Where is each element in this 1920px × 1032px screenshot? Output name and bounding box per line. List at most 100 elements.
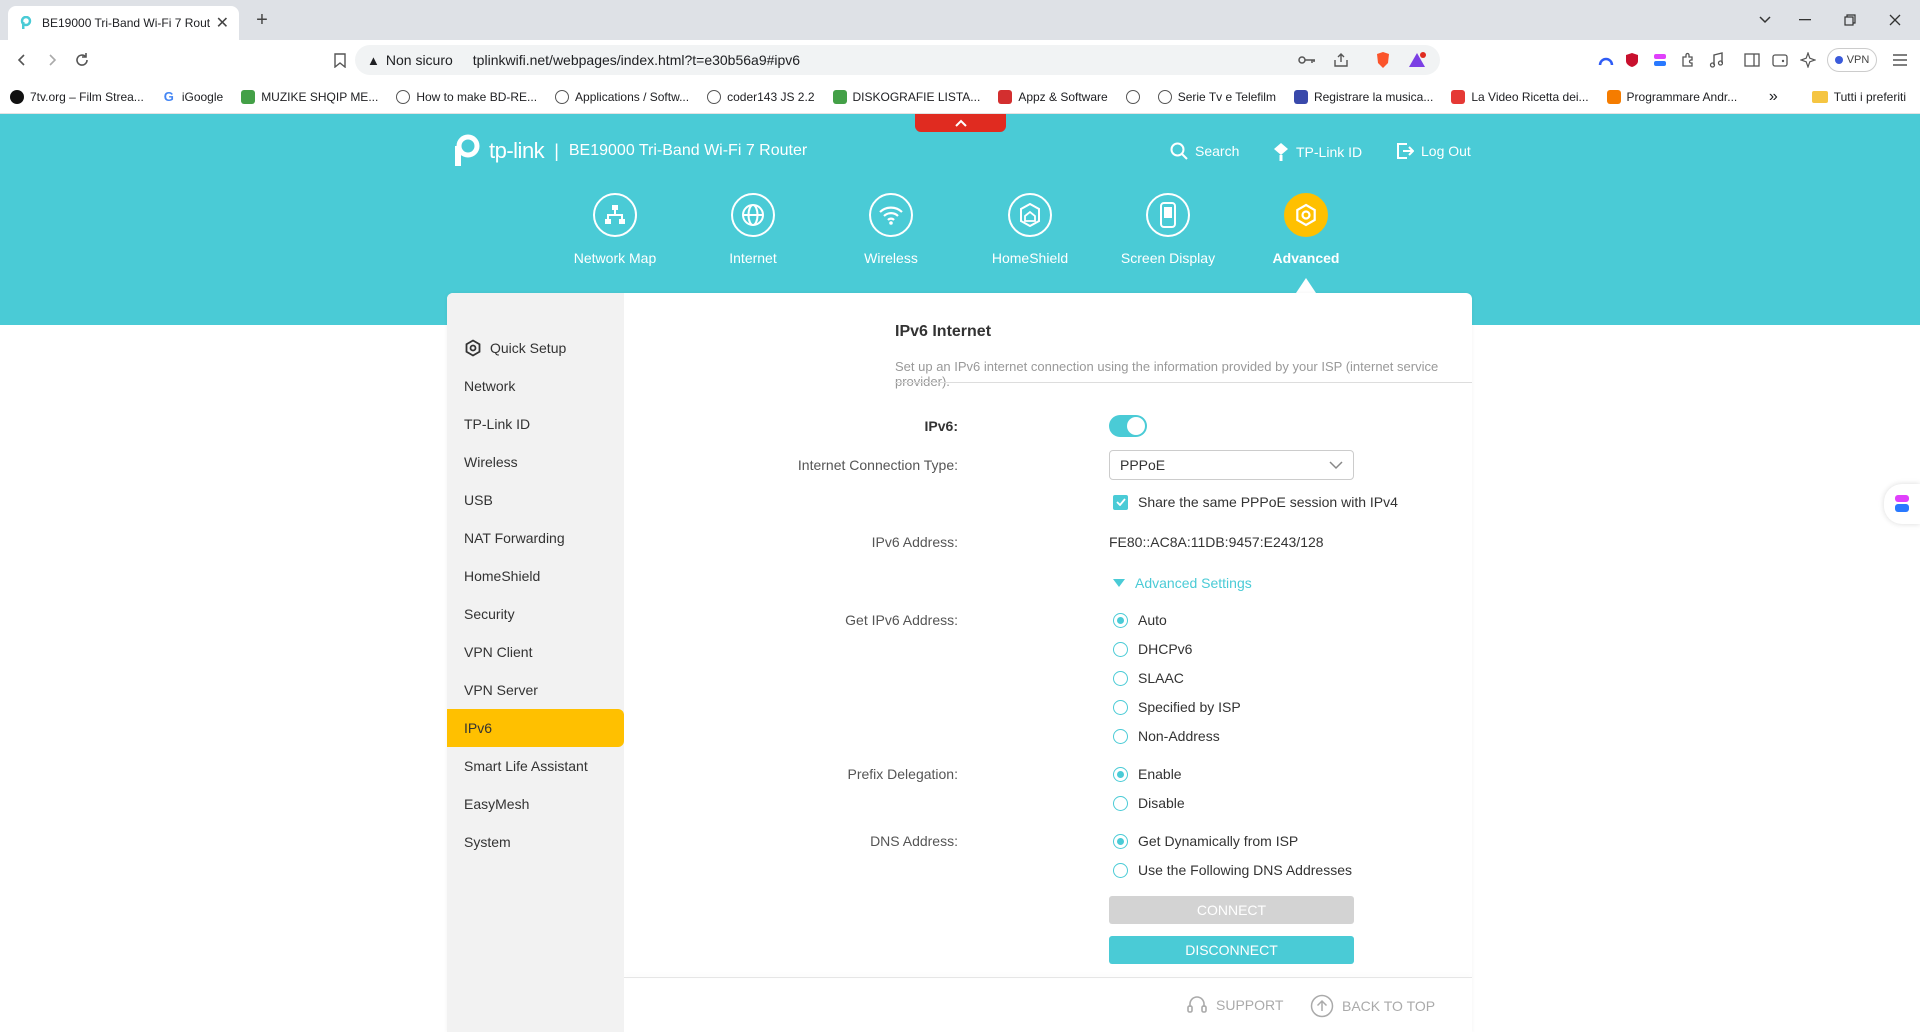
radio-dns-manual[interactable]: Use the Following DNS Addresses <box>1113 862 1352 878</box>
radio-get-ipv6-slaac[interactable]: SLAAC <box>1113 670 1184 686</box>
tab-search-chevron-icon[interactable] <box>1750 8 1780 32</box>
radio-unselected-icon <box>1113 641 1128 657</box>
bookmark-item[interactable]: GiGoogle <box>162 89 223 104</box>
extension-colorful-icon[interactable] <box>1648 48 1672 72</box>
section-divider <box>895 382 1472 383</box>
url-text[interactable]: tplinkwifi.net/webpages/index.html?t=e30… <box>473 52 1284 68</box>
sidebar-item-nat-forwarding[interactable]: NAT Forwarding <box>447 519 624 557</box>
nav-advanced[interactable]: Advanced <box>1236 193 1376 266</box>
globe-favicon-icon <box>555 89 570 104</box>
radio-unselected-icon <box>1113 670 1128 686</box>
radio-get-ipv6-specified-by-isp[interactable]: Specified by ISP <box>1113 699 1241 715</box>
nav-screen-display[interactable]: Screen Display <box>1098 193 1238 266</box>
extension-arc-icon[interactable] <box>1594 48 1618 72</box>
radio-get-ipv6-auto[interactable]: Auto <box>1113 612 1167 628</box>
sidebar-item-tplink-id[interactable]: TP-Link ID <box>447 405 624 443</box>
bookmark-item[interactable]: 7tv.org – Film Strea... <box>10 89 144 104</box>
close-tab-icon[interactable]: ✕ <box>216 13 229 33</box>
bookmark-item[interactable]: MUZIKE SHQIP ME... <box>241 89 378 104</box>
ipv6-toggle[interactable] <box>1109 415 1147 437</box>
sidebar-item-homeshield[interactable]: HomeShield <box>447 557 624 595</box>
sidebar-item-wireless[interactable]: Wireless <box>447 443 624 481</box>
brand-separator: | <box>554 140 559 161</box>
nav-wireless[interactable]: Wireless <box>821 193 961 266</box>
bookmark-item[interactable] <box>1125 89 1140 104</box>
music-note-icon[interactable] <box>1704 48 1728 72</box>
support-link[interactable]: SUPPORT <box>1186 994 1283 1016</box>
sidebar-item-quick-setup[interactable]: Quick Setup <box>447 329 624 367</box>
sidebar-item-vpn-server[interactable]: VPN Server <box>447 671 624 709</box>
nav-network-map[interactable]: Network Map <box>545 193 685 266</box>
sidebar-item-vpn-client[interactable]: VPN Client <box>447 633 624 671</box>
nav-internet[interactable]: Internet <box>683 193 823 266</box>
bookmark-item[interactable]: La Video Ricetta dei... <box>1451 89 1589 104</box>
bookmark-favicon-icon <box>10 89 24 104</box>
bookmark-item[interactable]: Appz & Software <box>998 89 1108 104</box>
toggle-knob <box>1127 417 1145 435</box>
bookmark-item[interactable]: coder143 JS 2.2 <box>707 89 815 104</box>
share-pppoe-session-checkbox[interactable]: Share the same PPPoE session with IPv4 <box>1113 494 1398 510</box>
quick-setup-gear-icon <box>465 339 481 357</box>
browser-tab-active[interactable]: BE19000 Tri-Band Wi-Fi 7 Router ✕ <box>8 6 239 40</box>
connection-type-select[interactable]: PPPoE <box>1109 450 1354 480</box>
bookmark-item[interactable]: How to make BD-RE... <box>396 89 537 104</box>
ipv6-settings-content: IPv6 Internet Set up an IPv6 internet co… <box>624 293 1472 976</box>
all-bookmarks-link[interactable]: Tutti i preferiti <box>1834 90 1906 104</box>
bookmarks-more-button[interactable]: » <box>1769 88 1778 106</box>
address-bar[interactable]: ▲ Non sicuro tplinkwifi.net/webpages/ind… <box>355 45 1440 75</box>
browser-tab-strip: BE19000 Tri-Band Wi-Fi 7 Router ✕ + <box>0 0 1920 40</box>
wallet-icon[interactable] <box>1768 48 1792 72</box>
alert-tab[interactable] <box>915 114 1006 132</box>
floating-extension-icon[interactable] <box>1884 484 1920 524</box>
bookmark-item[interactable]: Registrare la musica... <box>1293 89 1433 104</box>
share-icon[interactable] <box>1330 49 1352 71</box>
hamburger-menu-icon[interactable] <box>1888 48 1912 72</box>
radio-prefix-disable[interactable]: Disable <box>1113 795 1185 811</box>
sidebar-item-usb[interactable]: USB <box>447 481 624 519</box>
leo-ai-sparkle-icon[interactable] <box>1796 48 1820 72</box>
sidebar-item-easymesh[interactable]: EasyMesh <box>447 785 624 823</box>
tplink-id-link[interactable]: TP-Link ID <box>1273 142 1362 162</box>
radio-get-ipv6-non-address[interactable]: Non-Address <box>1113 728 1220 744</box>
brave-shield-icon[interactable] <box>1372 49 1394 71</box>
back-arrow-icon[interactable] <box>10 48 34 72</box>
sidebar-item-network[interactable]: Network <box>447 367 624 405</box>
extension-ublock-icon[interactable] <box>1620 48 1644 72</box>
bookmark-page-icon[interactable] <box>328 48 352 72</box>
logout-link[interactable]: Log Out <box>1396 142 1471 160</box>
globe-favicon-icon <box>707 89 722 104</box>
sidebar-toggle-icon[interactable] <box>1740 48 1764 72</box>
active-nav-caret <box>1296 278 1316 293</box>
disconnect-button[interactable]: DISCONNECT <box>1109 936 1354 964</box>
bookmark-item[interactable]: Applications / Softw... <box>555 89 689 104</box>
bookmark-item[interactable]: Serie Tv e Telefilm <box>1157 89 1276 104</box>
network-map-icon <box>593 193 637 237</box>
nav-homeshield[interactable]: HomeShield <box>960 193 1100 266</box>
restore-window-icon[interactable] <box>1835 8 1865 32</box>
brave-rewards-icon[interactable] <box>1406 49 1428 71</box>
key-icon[interactable] <box>1296 49 1318 71</box>
sidebar-item-security[interactable]: Security <box>447 595 624 633</box>
vpn-button[interactable]: VPN <box>1827 48 1877 72</box>
radio-prefix-enable[interactable]: Enable <box>1113 766 1182 782</box>
radio-get-ipv6-dhcpv6[interactable]: DHCPv6 <box>1113 641 1192 657</box>
search-link[interactable]: Search <box>1170 142 1239 160</box>
forward-arrow-icon[interactable] <box>40 48 64 72</box>
new-tab-icon[interactable]: + <box>248 8 276 32</box>
close-window-icon[interactable] <box>1880 8 1910 32</box>
radio-dns-dynamic[interactable]: Get Dynamically from ISP <box>1113 833 1298 849</box>
bookmark-item[interactable]: DISKOGRAFIE LISTA... <box>832 89 980 104</box>
extensions-puzzle-icon[interactable] <box>1676 48 1700 72</box>
minimize-window-icon[interactable] <box>1790 8 1820 32</box>
folder-icon <box>1811 91 1828 103</box>
back-to-top-link[interactable]: BACK TO TOP <box>1310 994 1435 1018</box>
advanced-settings-toggle[interactable]: Advanced Settings <box>1113 575 1252 591</box>
sidebar-item-ipv6[interactable]: IPv6 <box>447 709 624 747</box>
sidebar-item-smart-life-assistant[interactable]: Smart Life Assistant <box>447 747 624 785</box>
reload-icon[interactable] <box>70 48 94 72</box>
sidebar-item-system[interactable]: System <box>447 823 624 861</box>
globe-favicon-icon <box>1125 89 1140 104</box>
connect-button[interactable]: CONNECT <box>1109 896 1354 924</box>
bookmark-item[interactable]: Programmare Andr... <box>1606 89 1737 104</box>
bookmarks-overflow: » Tutti i preferiti <box>1769 80 1906 114</box>
